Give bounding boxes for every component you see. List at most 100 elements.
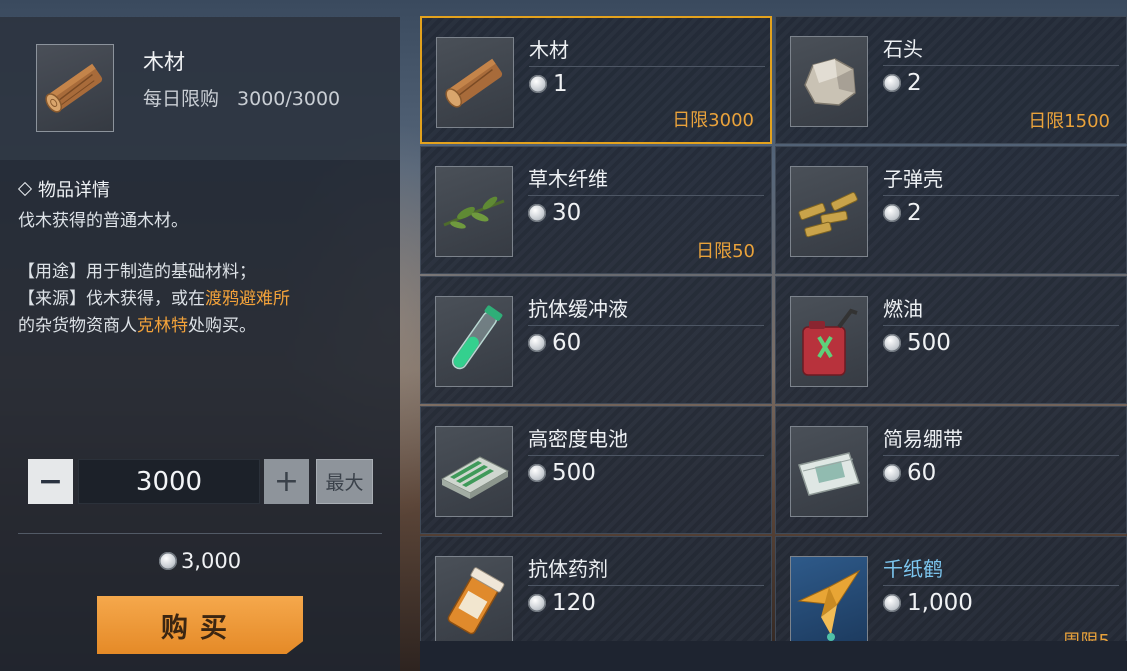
item-name: 抗体缓冲液 (528, 297, 628, 321)
item-price: 120 (528, 590, 596, 616)
item-price: 500 (528, 460, 596, 486)
item-name: 石头 (883, 37, 923, 61)
item-price: 60 (528, 330, 581, 356)
item-description: 伐木获得的普通木材。 (18, 211, 188, 231)
item-price-value: 1 (553, 71, 568, 97)
item-thumbnail (435, 556, 513, 647)
source-mid: 的杂货物资商人 (18, 316, 137, 336)
divider (528, 325, 764, 326)
divider (18, 533, 382, 534)
total-cost-value: 3,000 (180, 549, 242, 573)
shop-item-card[interactable]: 燃油 500 (775, 276, 1127, 404)
item-price-value: 60 (552, 330, 582, 356)
shop-item-card[interactable]: 子弹壳 2 (775, 146, 1127, 274)
silver-coin-icon (883, 204, 901, 222)
item-price: 1,000 (883, 590, 973, 616)
quantity-input[interactable]: 3000 (78, 459, 260, 504)
source-place-link: 渡鸦避难所 (205, 289, 290, 309)
silver-coin-icon (883, 74, 901, 92)
divider (528, 585, 764, 586)
quantity-increase-button[interactable]: + (264, 459, 309, 504)
buy-button[interactable]: 购买 (97, 596, 303, 654)
diamond-icon (17, 181, 33, 197)
silver-coin-icon (883, 594, 901, 612)
shop-item-card[interactable]: 石头 2 日限1500 (775, 16, 1127, 144)
divider (528, 195, 764, 196)
daily-limit-label: 每日限购 (143, 88, 220, 110)
source-line: 【来源】伐木获得，或在渡鸦避难所的杂货物资商人克林特处购买。 (18, 286, 388, 340)
item-price-value: 2 (907, 200, 922, 226)
item-thumbnail (790, 556, 868, 647)
item-name: 燃油 (883, 297, 923, 321)
total-cost: 3,000 (0, 549, 400, 573)
item-price-value: 30 (552, 200, 582, 226)
wood-log-icon (45, 63, 103, 113)
item-thumbnail (790, 426, 868, 517)
item-price-value: 60 (907, 460, 937, 486)
silver-coin-icon (528, 594, 546, 612)
daily-limit-value: 3000/3000 (237, 88, 341, 110)
item-thumbnail (435, 166, 513, 257)
item-price: 30 (528, 200, 581, 226)
shop-item-card[interactable]: 草木纤维 30 日限50 (420, 146, 772, 274)
shop-item-card[interactable]: 简易绷带 60 (775, 406, 1127, 534)
fuel-can-icon (802, 308, 858, 376)
source-npc-link: 克林特 (137, 316, 188, 336)
item-detail-panel: 木材 每日限购 3000/3000 物品详情 伐木获得的普通木材。 【用途】用于制… (0, 0, 400, 671)
silver-coin-icon (883, 334, 901, 352)
bullet-casing-icon (798, 192, 858, 238)
detail-daily-limit: 每日限购 3000/3000 (143, 84, 340, 111)
divider (528, 455, 764, 456)
battery-pack-icon (440, 456, 510, 499)
item-price-value: 1,000 (907, 590, 973, 616)
item-price-value: 500 (552, 460, 596, 486)
item-name: 简易绷带 (883, 427, 963, 451)
item-thumbnail (435, 296, 513, 387)
shop-item-card[interactable]: 高密度电池 500 (420, 406, 772, 534)
item-price-value: 500 (907, 330, 951, 356)
usage-line: 【用途】用于制造的基础材料； (18, 262, 256, 282)
item-thumbnail (790, 166, 868, 257)
item-price: 60 (883, 460, 936, 486)
divider (883, 65, 1119, 66)
item-price-value: 2 (907, 70, 922, 96)
paper-crane-icon (797, 569, 861, 641)
item-thumbnail (435, 426, 513, 517)
shop-item-card[interactable]: 木材 1 日限3000 (420, 16, 772, 144)
item-name: 高密度电池 (528, 427, 628, 451)
detail-body (0, 160, 400, 671)
silver-coin-icon (528, 334, 546, 352)
plant-fiber-icon (443, 196, 505, 229)
stone-icon (804, 58, 856, 106)
grid-bottom-bar (420, 641, 1127, 671)
source-suffix: 处购买。 (188, 316, 256, 336)
item-price: 1 (529, 71, 568, 97)
silver-coin-icon (883, 464, 901, 482)
silver-coin-icon (529, 75, 547, 93)
item-price: 2 (883, 70, 922, 96)
divider (883, 455, 1119, 456)
divider (883, 585, 1119, 586)
item-usage-source: 【用途】用于制造的基础材料； 【来源】伐木获得，或在渡鸦避难所的杂货物资商人克林… (18, 259, 388, 340)
detail-item-name: 木材 (143, 50, 185, 74)
item-name: 抗体药剂 (528, 557, 608, 581)
item-thumbnail (790, 36, 868, 127)
item-purchase-limit: 日限3000 (672, 110, 754, 131)
shop-item-grid: 木材 1 日限3000 石头 2 日限1500 草木纤维 30 日限50 子弹壳… (420, 16, 1127, 671)
divider (883, 325, 1119, 326)
item-name: 草木纤维 (528, 167, 608, 191)
shop-item-card[interactable]: 抗体缓冲液 60 (420, 276, 772, 404)
item-details-title: 物品详情 (38, 180, 110, 201)
item-name: 子弹壳 (883, 167, 943, 191)
source-prefix: 【来源】伐木获得，或在 (18, 289, 205, 309)
silver-coin-icon (528, 464, 546, 482)
item-thumbnail (436, 37, 514, 128)
pill-bottle-icon (447, 567, 505, 635)
quantity-decrease-button[interactable]: − (28, 459, 73, 504)
quantity-max-button[interactable]: 最大 (316, 459, 373, 504)
test-tube-icon (451, 305, 503, 370)
bandage-icon (798, 452, 860, 496)
detail-header: 木材 每日限购 3000/3000 (0, 17, 400, 160)
divider (529, 66, 765, 67)
item-details-heading: 物品详情 (17, 176, 110, 202)
